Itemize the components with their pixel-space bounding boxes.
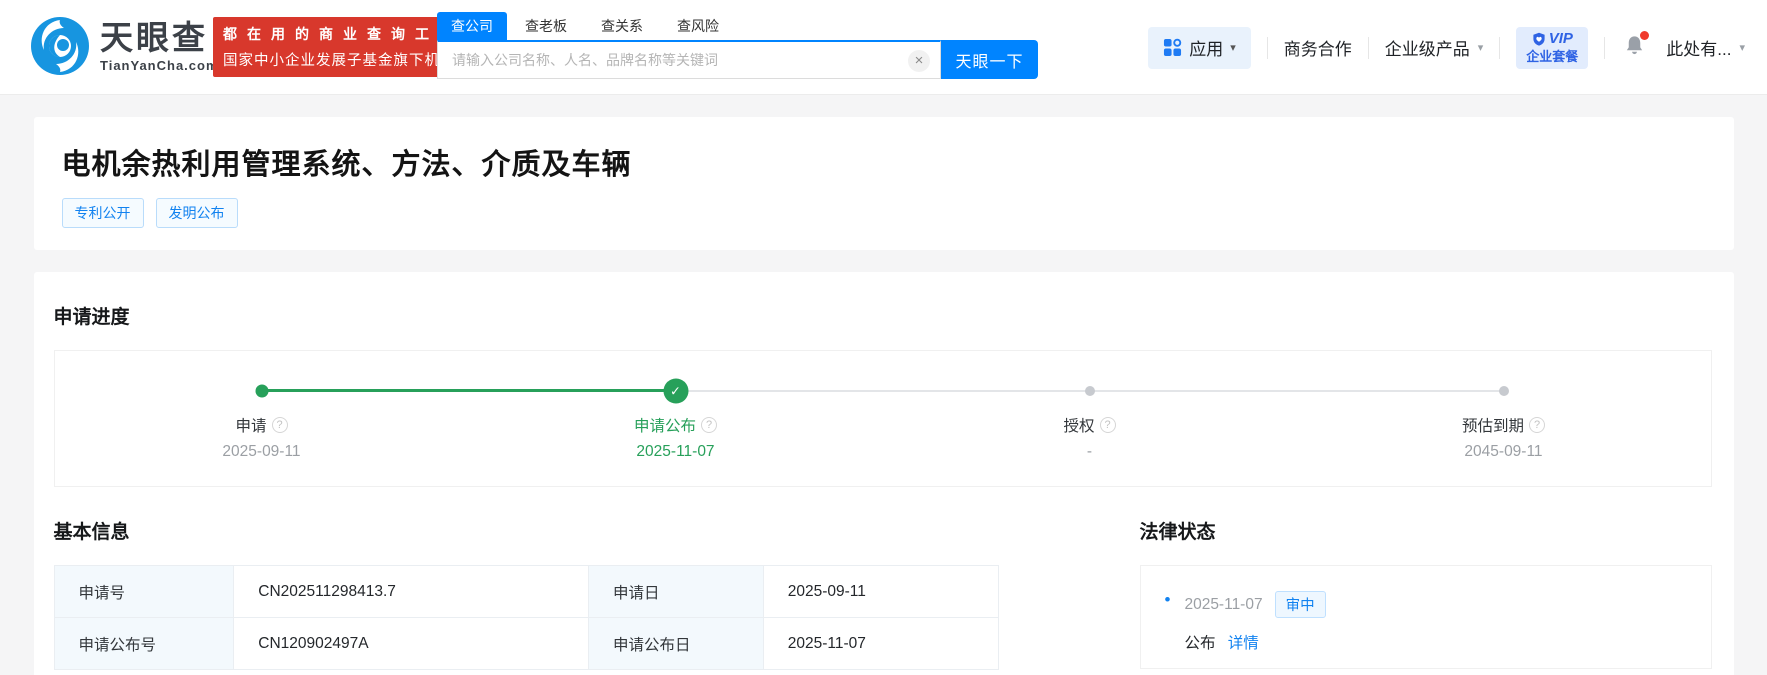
vip-package-label: 企业套餐 xyxy=(1526,49,1578,65)
nav-enterprise-products[interactable]: 企业级产品 ▾ xyxy=(1385,35,1484,60)
basic-info-heading: 基本信息 xyxy=(54,517,1017,544)
legal-status-box: • 2025-11-07 审中 公布 详情 xyxy=(1140,565,1712,669)
chevron-down-icon: ▾ xyxy=(1739,41,1745,54)
basic-info-section: 基本信息 申请号 CN202511298413.7 申请日 2025-09-11… xyxy=(54,517,1017,670)
tag-patent-publication[interactable]: 专利公开 xyxy=(62,198,144,228)
step-date: 2025-11-07 xyxy=(469,443,883,461)
vip-label: VIP xyxy=(1549,31,1573,47)
search-input[interactable] xyxy=(438,42,940,78)
nav-apps-button[interactable]: 应用 ▾ xyxy=(1148,27,1251,69)
list-item: • 2025-11-07 审中 公布 详情 xyxy=(1165,591,1691,653)
application-progress-timeline: 申请 ? 2025-09-11 ✓ 申请公布 ? 2025-11-07 授权 ? xyxy=(54,350,1712,487)
timeline-dot-done xyxy=(255,385,268,398)
vip-package-button[interactable]: VIP 企业套餐 xyxy=(1516,27,1588,69)
nav-divider xyxy=(1368,37,1369,59)
help-icon[interactable]: ? xyxy=(701,417,717,433)
basic-info-table: 申请号 CN202511298413.7 申请日 2025-09-11 申请公布… xyxy=(54,565,999,670)
nav-enterprise-label: 企业级产品 xyxy=(1385,35,1470,60)
nav-more-label: 此处有... xyxy=(1666,35,1731,60)
legal-status-heading: 法律状态 xyxy=(1140,517,1712,544)
nav-divider xyxy=(1604,37,1605,59)
search-tab-risk[interactable]: 查风险 xyxy=(675,12,721,40)
notification-bell-button[interactable] xyxy=(1623,34,1646,62)
timeline-dot-pending xyxy=(1085,386,1095,396)
chevron-down-icon: ▾ xyxy=(1230,41,1236,54)
help-icon[interactable]: ? xyxy=(1529,417,1545,433)
field-value: CN120902497A xyxy=(234,618,589,670)
promo-banner: 都在用的商业查询工具 国家中小企业发展子基金旗下机构 xyxy=(213,17,475,77)
tianyancha-logo[interactable]: 天眼查 TianYanCha.com xyxy=(30,16,219,76)
step-date: 2045-09-11 xyxy=(1297,443,1711,461)
top-header: 天眼查 TianYanCha.com 都在用的商业查询工具 国家中小企业发展子基… xyxy=(0,0,1767,95)
patent-tags: 专利公开 发明公布 xyxy=(62,198,1706,228)
step-date: 2025-09-11 xyxy=(55,443,469,461)
search-tabs: 查公司 查老板 查关系 查风险 xyxy=(437,14,941,40)
clear-search-icon[interactable]: × xyxy=(908,50,930,72)
legal-status-date: 2025-11-07 xyxy=(1184,596,1262,614)
timeline-step-application: 申请 ? 2025-09-11 xyxy=(55,351,469,486)
table-row: 申请公布号 CN120902497A 申请公布日 2025-11-07 xyxy=(54,618,998,670)
promo-banner-line1: 都在用的商业查询工具 xyxy=(223,24,465,44)
bullet-icon: • xyxy=(1165,590,1171,653)
timeline-step-grant: 授权 ? - xyxy=(883,351,1297,486)
timeline-step-publication: ✓ 申请公布 ? 2025-11-07 xyxy=(469,351,883,486)
search-area: 查公司 查老板 查关系 查风险 × xyxy=(437,14,941,79)
step-label: 申请 xyxy=(235,414,266,436)
step-label: 授权 xyxy=(1063,414,1094,436)
field-label: 申请公布日 xyxy=(588,618,763,670)
field-value: 2025-09-11 xyxy=(763,566,998,618)
field-label: 申请日 xyxy=(588,566,763,618)
progress-section-heading: 申请进度 xyxy=(34,272,1734,329)
search-tab-relation[interactable]: 查关系 xyxy=(599,12,645,40)
search-tab-company[interactable]: 查公司 xyxy=(437,12,507,40)
patent-title-card: 电机余热利用管理系统、方法、介质及车辆 专利公开 发明公布 xyxy=(34,117,1734,250)
chevron-down-icon: ▾ xyxy=(1478,41,1484,54)
step-label: 申请公布 xyxy=(634,414,696,436)
patent-title: 电机余热利用管理系统、方法、介质及车辆 xyxy=(62,141,1706,183)
step-date: - xyxy=(883,443,1297,461)
search-tab-boss[interactable]: 查老板 xyxy=(523,12,569,40)
logo-domain-text: TianYanCha.com xyxy=(100,58,219,73)
header-nav: 应用 ▾ 商务合作 企业级产品 ▾ VIP 企业套餐 xyxy=(1148,0,1745,95)
search-button[interactable]: 天眼一下 xyxy=(941,40,1038,79)
nav-business-cooperation[interactable]: 商务合作 xyxy=(1284,35,1352,60)
nav-divider xyxy=(1267,37,1268,59)
notification-dot xyxy=(1640,31,1649,40)
apps-grid-icon xyxy=(1163,38,1182,57)
patent-detail-card: 申请进度 申请 ? 2025-09-11 ✓ 申请公布 ? 2025-11-07 xyxy=(34,272,1734,675)
vip-shield-icon xyxy=(1532,32,1546,46)
logo-brand-text: 天眼查 xyxy=(100,20,219,56)
field-label: 申请号 xyxy=(54,566,234,618)
table-row: 申请号 CN202511298413.7 申请日 2025-09-11 xyxy=(54,566,998,618)
promo-banner-line2: 国家中小企业发展子基金旗下机构 xyxy=(223,49,465,70)
help-icon[interactable]: ? xyxy=(1100,417,1116,433)
help-icon[interactable]: ? xyxy=(272,417,288,433)
field-value: 2025-11-07 xyxy=(763,618,998,670)
tianyancha-eye-icon xyxy=(30,16,90,76)
nav-apps-label: 应用 xyxy=(1189,35,1223,60)
timeline-step-expiry: 预估到期 ? 2045-09-11 xyxy=(1297,351,1711,486)
timeline-dot-pending xyxy=(1499,386,1509,396)
step-label: 预估到期 xyxy=(1462,414,1524,436)
nav-more-menu[interactable]: 此处有... ▾ xyxy=(1666,35,1745,60)
check-circle-icon: ✓ xyxy=(663,379,688,404)
nav-divider xyxy=(1499,37,1500,59)
tag-invention-publication[interactable]: 发明公布 xyxy=(156,198,238,228)
legal-action-label: 公布 xyxy=(1184,635,1215,652)
status-badge[interactable]: 审中 xyxy=(1275,591,1326,618)
legal-status-section: 法律状态 • 2025-11-07 审中 公布 详情 xyxy=(1140,517,1712,670)
field-value: CN202511298413.7 xyxy=(234,566,589,618)
details-link[interactable]: 详情 xyxy=(1228,635,1259,652)
field-label: 申请公布号 xyxy=(54,618,234,670)
